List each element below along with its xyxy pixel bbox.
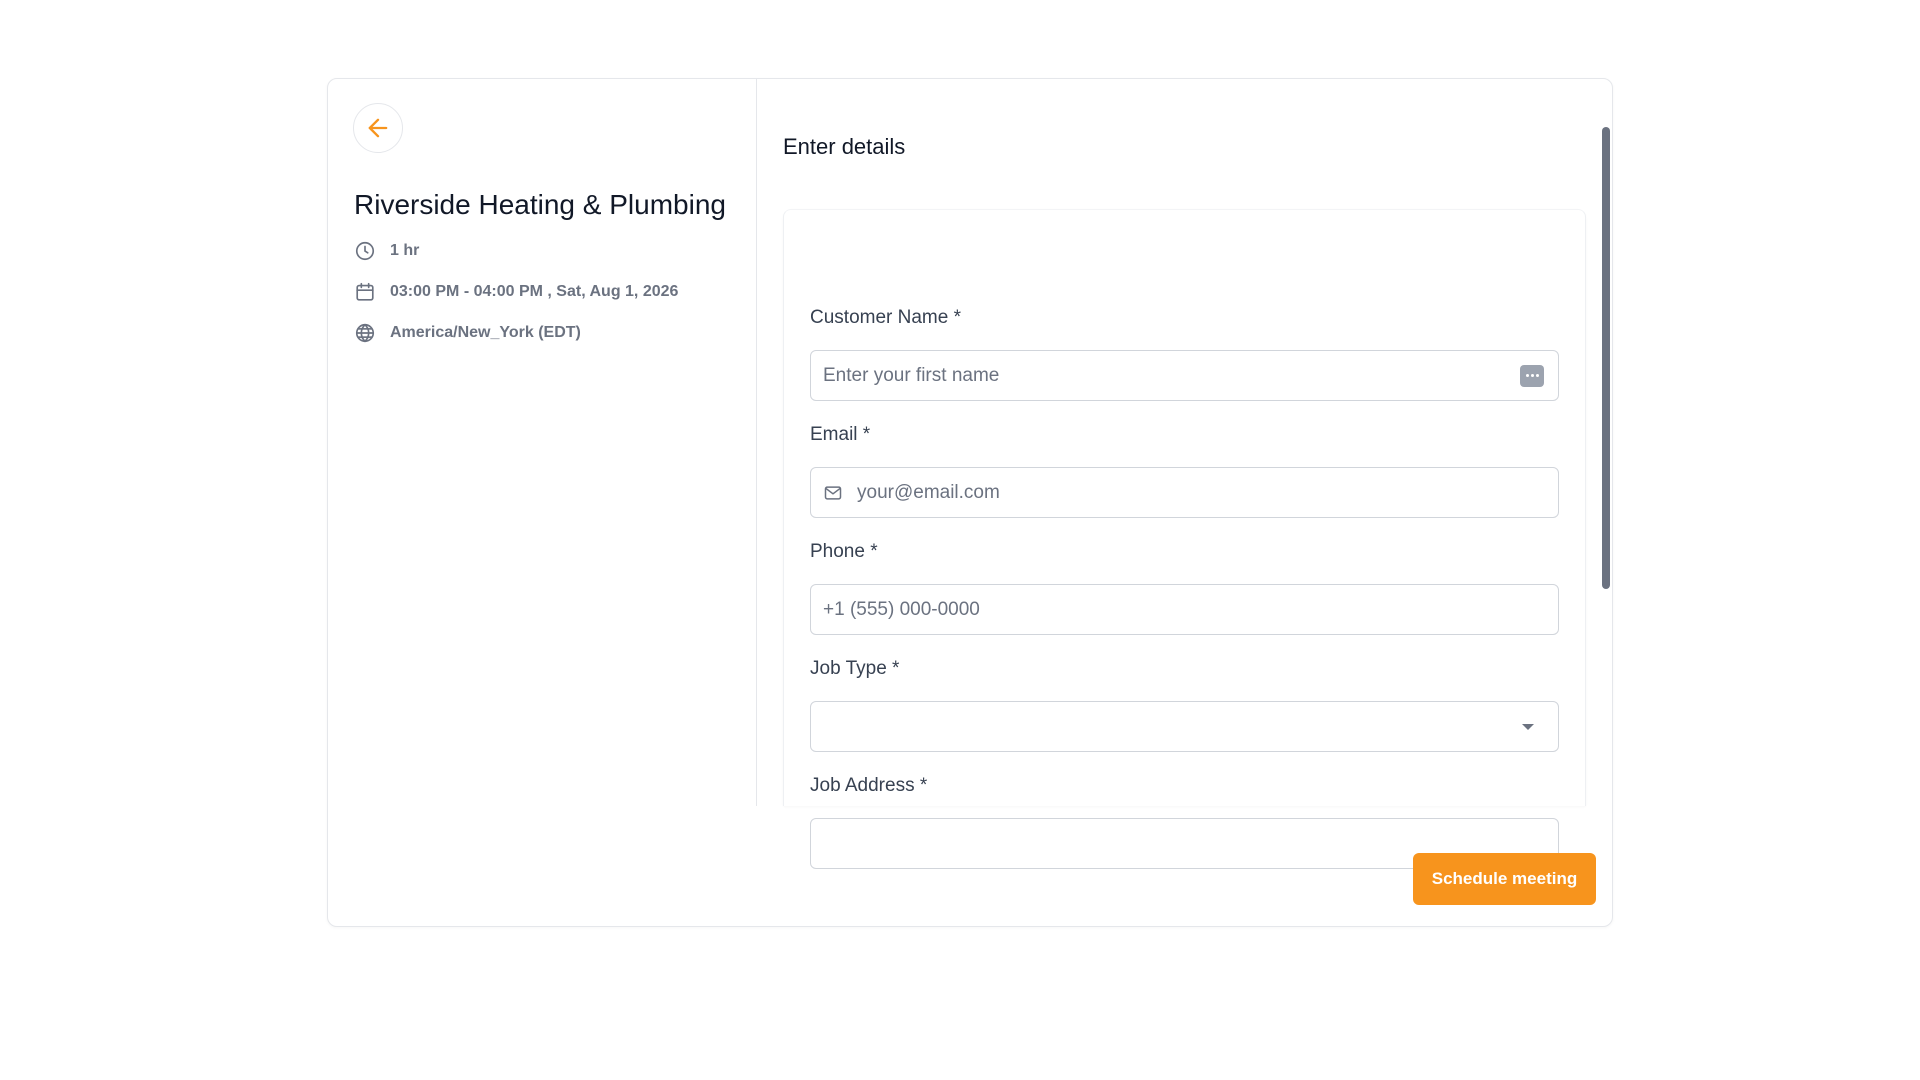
scrollbar-thumb[interactable] <box>1602 127 1610 589</box>
job-type-select[interactable] <box>810 701 1559 752</box>
event-timezone-text: America/New_York (EDT) <box>390 324 581 341</box>
job-type-label: Job Type * <box>810 658 900 679</box>
event-title: Riverside Heating & Plumbing <box>354 189 726 220</box>
calendar-icon <box>356 282 374 301</box>
event-summary-panel: Riverside Heating & Plumbing 1 hr 03:00 … <box>328 79 757 806</box>
email-input[interactable] <box>857 468 1546 517</box>
event-timezone: America/New_York (EDT) <box>354 322 581 344</box>
more-horizontal-icon[interactable] <box>1520 364 1544 387</box>
event-datetime-text: 03:00 PM - 04:00 PM , Sat, Aug 1, 2026 <box>390 283 679 300</box>
customer-name-field[interactable] <box>810 350 1559 401</box>
globe-icon <box>355 323 375 343</box>
event-duration: 1 hr <box>354 240 419 262</box>
phone-field[interactable] <box>810 584 1559 635</box>
section-title: Enter details <box>783 134 906 159</box>
job-address-label: Job Address * <box>810 775 928 796</box>
schedule-meeting-button[interactable]: Schedule meeting <box>1413 853 1596 905</box>
details-form: Customer Name * Email * Phone * Job Type… <box>783 209 1586 869</box>
clock-icon <box>355 241 375 261</box>
customer-name-input[interactable] <box>823 351 1520 400</box>
arrow-left-icon <box>368 118 388 138</box>
mail-icon <box>824 485 842 500</box>
back-button[interactable] <box>353 103 403 153</box>
booking-card: Riverside Heating & Plumbing 1 hr 03:00 … <box>327 78 1613 927</box>
phone-input[interactable] <box>823 585 1546 634</box>
customer-name-label: Customer Name * <box>810 307 961 328</box>
phone-label: Phone * <box>810 541 878 562</box>
email-field[interactable] <box>810 467 1559 518</box>
event-datetime: 03:00 PM - 04:00 PM , Sat, Aug 1, 2026 <box>354 281 678 303</box>
details-form-panel: Enter details Customer Name * Email * Ph… <box>758 79 1612 869</box>
email-label: Email * <box>810 424 871 445</box>
event-duration-text: 1 hr <box>390 242 420 259</box>
chevron-down-icon[interactable] <box>1522 723 1534 730</box>
